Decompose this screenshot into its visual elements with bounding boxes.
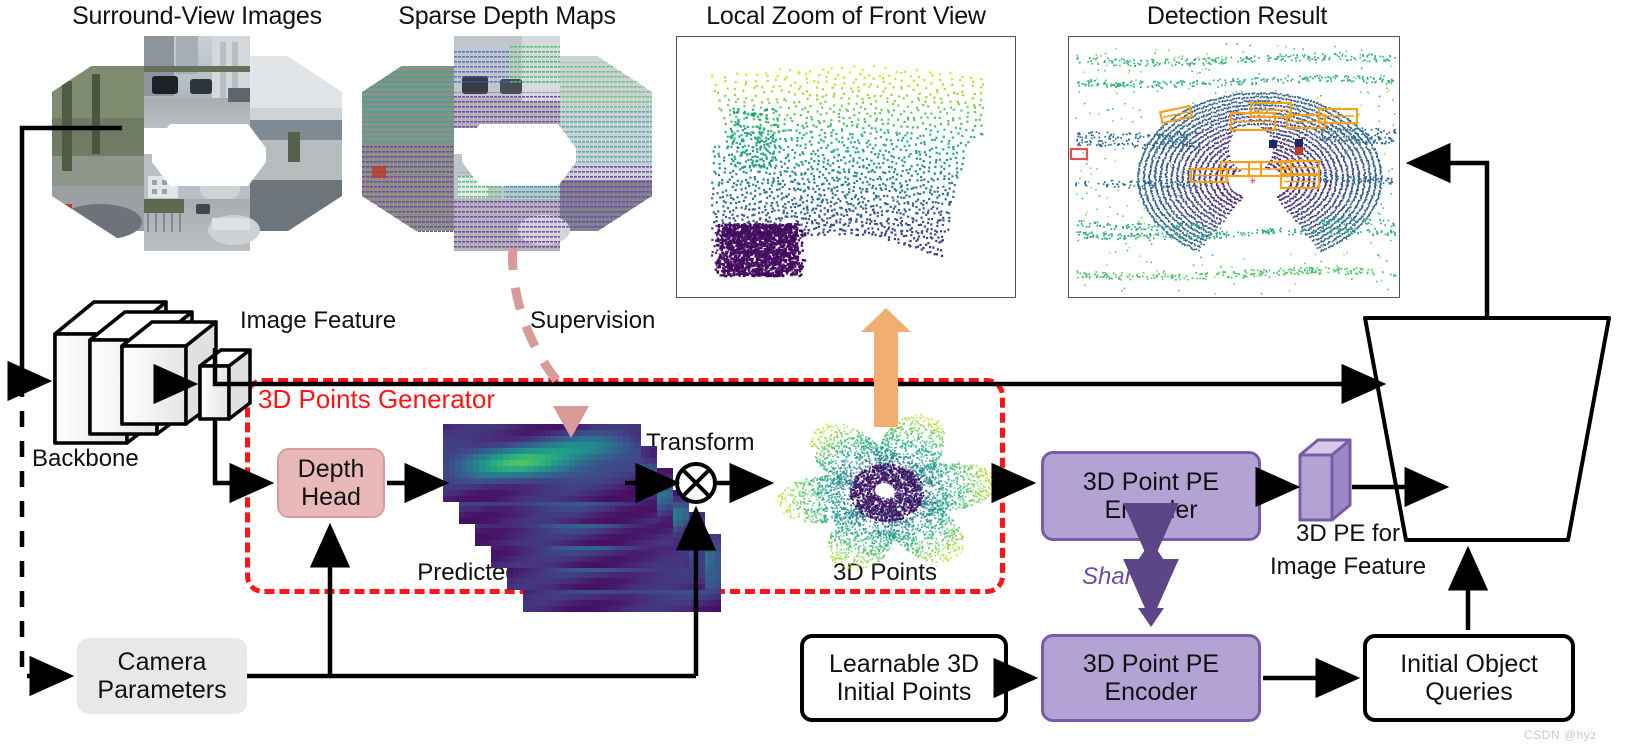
arrow-decoder-to-detection bbox=[1405, 142, 1490, 318]
zoom-up-arrow bbox=[861, 308, 911, 427]
three-d-points-cloud bbox=[777, 414, 997, 572]
arrow-feature-to-depth-head bbox=[212, 419, 275, 504]
backbone-slabs bbox=[53, 300, 218, 445]
diagram-overlay bbox=[7, 125, 1611, 699]
supervision-arrow bbox=[508, 247, 571, 396]
share-arrow-head-up bbox=[1138, 541, 1164, 560]
transform-operator bbox=[675, 462, 717, 504]
three-d-pe-slab bbox=[1298, 438, 1352, 522]
figure-canvas: Surround-View Images Sparse Depth Maps L… bbox=[0, 0, 1629, 756]
share-arrow-head-down bbox=[1138, 608, 1164, 627]
predicted-depth-map-stack bbox=[443, 424, 721, 612]
decoder-shape[interactable] bbox=[1363, 316, 1611, 542]
arrow-image-feature-to-decoder bbox=[212, 348, 1387, 405]
